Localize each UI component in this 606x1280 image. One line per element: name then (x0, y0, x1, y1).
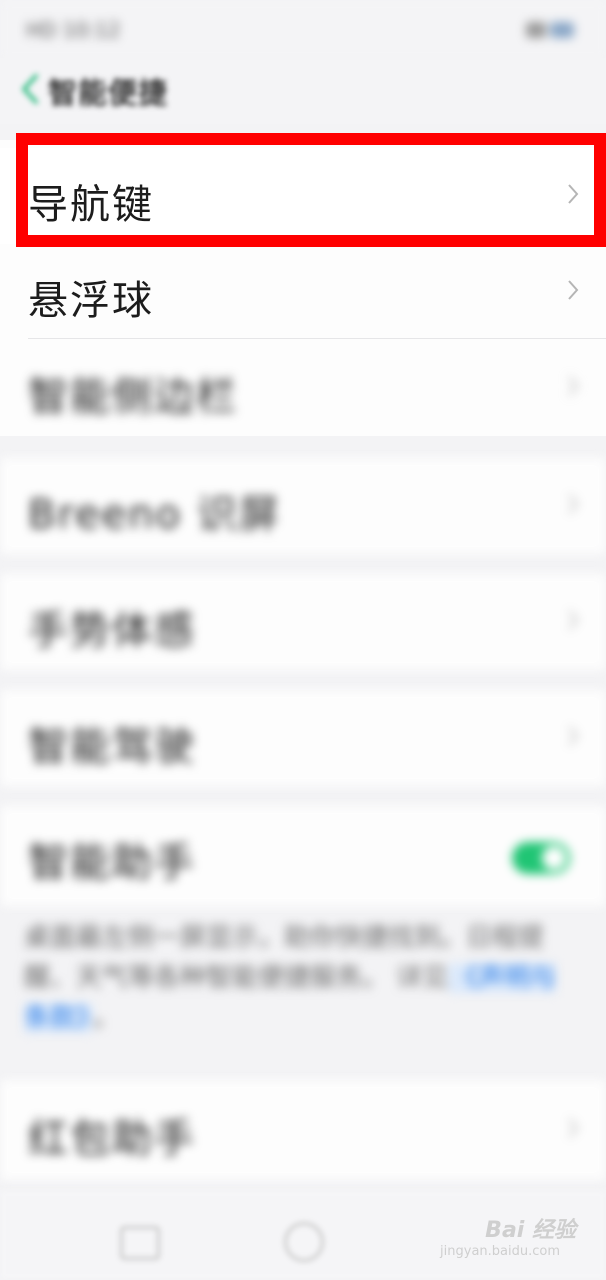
status-time: HD 10:12 (26, 18, 121, 42)
settings-item-red-packet[interactable]: 红包助手 (0, 1082, 606, 1178)
chevron-right-icon (566, 374, 580, 398)
description-suffix: 。 (93, 1003, 120, 1033)
status-icons (526, 18, 576, 40)
settings-group-1: 导航键 悬浮球 智能侧边栏 (0, 140, 606, 436)
home-circle-icon[interactable] (284, 1222, 324, 1262)
settings-item-label: 手势体感 (28, 608, 196, 654)
settings-group-5: 智能助手 (0, 806, 606, 906)
settings-item-label: 智能驾驶 (28, 724, 196, 770)
settings-item-label: Breeno 识屏 (28, 492, 281, 538)
settings-group-6: 红包助手 (0, 1080, 606, 1180)
settings-item-smart-assistant: 智能助手 (0, 806, 606, 906)
battery-icon (550, 22, 574, 38)
settings-item-label: 导航键 (28, 182, 154, 228)
settings-group-4: 智能驾驶 (0, 690, 606, 786)
chevron-right-icon (566, 278, 580, 302)
settings-item-breeno-screen[interactable]: Breeno 识屏 (0, 458, 606, 554)
assistant-toggle[interactable] (512, 842, 570, 874)
watermark-logo: Bai 经验 (485, 1212, 576, 1244)
settings-item-label: 红包助手 (28, 1116, 196, 1162)
recents-square-icon[interactable] (120, 1226, 160, 1260)
watermark-text: Bai 经验 (485, 1218, 576, 1243)
page-title: 智能便捷 (48, 76, 169, 110)
settings-item-floating-ball[interactable]: 悬浮球 (0, 244, 606, 340)
settings-group-2: Breeno 识屏 (0, 458, 606, 554)
settings-item-label: 智能侧边栏 (28, 374, 238, 420)
chevron-right-icon (566, 182, 580, 206)
divider (28, 338, 606, 339)
settings-item-gestures[interactable]: 手势体感 (0, 574, 606, 670)
assistant-description: 桌面最左侧一屏显示，助你快捷找到。日程提醒、天气等各种智能便捷服务。 详见 《声明… (24, 918, 564, 1038)
status-bar: HD 10:12 (0, 0, 606, 60)
settings-item-label: 智能助手 (28, 840, 196, 886)
settings-item-navigation-keys[interactable]: 导航键 (0, 148, 606, 244)
signal-icon (526, 22, 546, 38)
description-prefix: 详见 (396, 963, 449, 993)
settings-item-smart-driving[interactable]: 智能驾驶 (0, 690, 606, 786)
settings-item-smart-sidebar[interactable]: 智能侧边栏 (0, 340, 606, 436)
settings-item-label: 悬浮球 (28, 278, 154, 324)
chevron-right-icon (566, 492, 580, 516)
settings-group-3: 手势体感 (0, 574, 606, 670)
chevron-left-icon[interactable] (16, 72, 46, 106)
chevron-right-icon (566, 724, 580, 748)
watermark-url: jingyan.baidu.com (440, 1244, 560, 1259)
header: 智能便捷 (0, 58, 606, 124)
chevron-right-icon (566, 1116, 580, 1140)
chevron-right-icon (566, 608, 580, 632)
